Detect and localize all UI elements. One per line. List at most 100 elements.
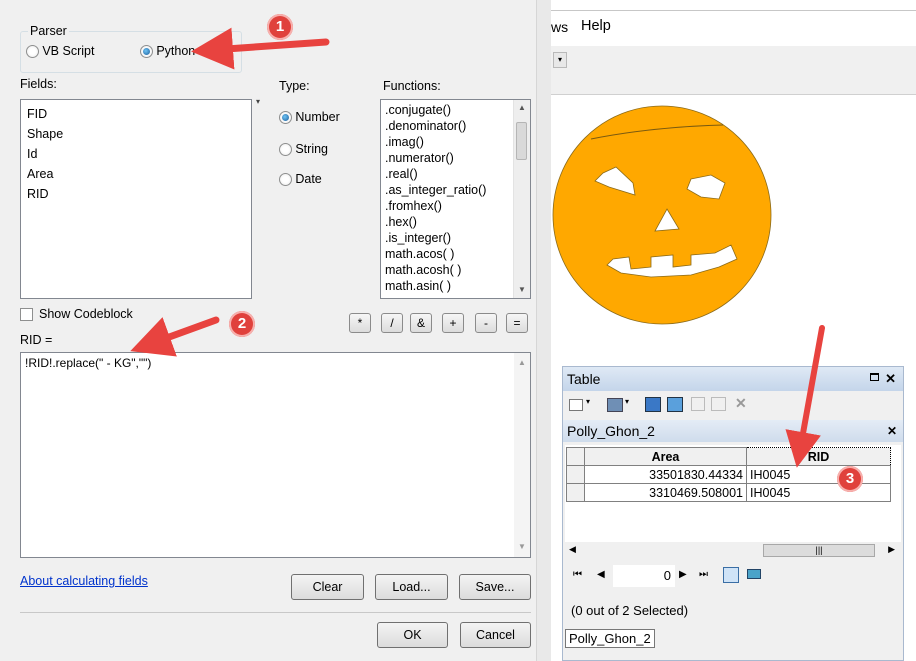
scroll-left-icon[interactable]: ◀: [569, 544, 576, 555]
function-item[interactable]: .as_integer_ratio(): [381, 182, 530, 198]
row-selector-header[interactable]: [566, 447, 585, 466]
function-item[interactable]: .numerator(): [381, 150, 530, 166]
delete-selected-icon[interactable]: ✕: [735, 395, 747, 412]
maximize-icon[interactable]: [870, 373, 879, 381]
select-by-attributes-icon[interactable]: [645, 397, 661, 412]
chevron-down-icon[interactable]: ▾: [586, 397, 590, 406]
show-codeblock-checkbox[interactable]: [20, 308, 33, 321]
expression-input[interactable]: !RID!.replace(" - KG","") ▲ ▼: [20, 352, 531, 558]
parser-python-option[interactable]: Python: [140, 44, 195, 59]
function-item[interactable]: .is_integer(): [381, 230, 530, 246]
save-button[interactable]: Save...: [459, 574, 531, 600]
function-item[interactable]: .conjugate(): [381, 102, 530, 118]
function-item[interactable]: math.acos( ): [381, 246, 530, 262]
ok-button[interactable]: OK: [377, 622, 448, 648]
expression-text[interactable]: !RID!.replace(" - KG",""): [21, 353, 530, 373]
scroll-right-icon[interactable]: ▶: [888, 544, 895, 555]
row-selector[interactable]: [566, 465, 585, 484]
number-radio[interactable]: [279, 111, 292, 125]
equals-button[interactable]: =: [506, 313, 528, 333]
scroll-thumb[interactable]: |||: [763, 544, 875, 557]
related-tables-icon[interactable]: [607, 398, 623, 412]
column-header-rid[interactable]: RID: [746, 447, 891, 466]
toolbar-overflow-icon[interactable]: ▾: [553, 52, 567, 68]
scroll-up-icon[interactable]: ▲: [514, 355, 530, 371]
scroll-down-icon[interactable]: ▼: [514, 282, 530, 298]
previous-record-icon[interactable]: ◀: [597, 569, 605, 580]
date-label: Date: [295, 172, 322, 186]
menu-bar: ws Help: [551, 0, 916, 46]
switch-selection-icon[interactable]: [667, 397, 683, 412]
string-radio[interactable]: [279, 143, 292, 157]
close-tab-icon[interactable]: ✕: [887, 420, 897, 442]
function-item[interactable]: .denominator(): [381, 118, 530, 134]
functions-label: Functions:: [383, 79, 441, 93]
cell-area[interactable]: 3310469.508001: [584, 483, 747, 502]
cell-rid[interactable]: IH0045: [746, 465, 891, 484]
show-all-records-icon[interactable]: [723, 567, 739, 583]
vbscript-label: VB Script: [42, 44, 95, 58]
date-radio[interactable]: [279, 173, 292, 187]
menu-help[interactable]: Help: [581, 18, 611, 34]
selection-status: (0 out of 2 Selected): [571, 603, 689, 618]
field-item-id[interactable]: Id: [21, 144, 251, 164]
cell-rid[interactable]: IH0045: [746, 483, 891, 502]
vbscript-radio[interactable]: [26, 45, 39, 59]
scroll-down-icon[interactable]: ▼: [514, 539, 530, 555]
functions-items: .conjugate() .denominator() .imag() .num…: [381, 100, 530, 294]
type-date-option[interactable]: Date: [279, 172, 322, 187]
menu-windows-partial[interactable]: ws: [551, 19, 568, 35]
horizontal-scrollbar[interactable]: ◀ ||| ▶: [565, 542, 901, 558]
table-titlebar: Table ✕: [563, 367, 903, 391]
type-string-option[interactable]: String: [279, 142, 328, 157]
table-tab-name[interactable]: Polly_Ghon_2: [567, 423, 655, 439]
python-radio[interactable]: [140, 45, 153, 59]
function-item[interactable]: .real(): [381, 166, 530, 182]
parser-vbscript-option[interactable]: VB Script: [26, 44, 95, 59]
sort-dropdown-icon[interactable]: ▾: [256, 97, 260, 106]
callout-badge: 1: [267, 14, 293, 40]
zoom-to-selected-icon[interactable]: [711, 397, 726, 411]
functions-scrollbar[interactable]: ▲ ▼: [513, 100, 530, 298]
row-selector[interactable]: [566, 483, 585, 502]
type-number-option[interactable]: Number: [279, 110, 340, 125]
clear-button[interactable]: Clear: [291, 574, 364, 600]
concat-button[interactable]: &: [410, 313, 432, 333]
scroll-thumb[interactable]: [516, 122, 527, 160]
first-record-icon[interactable]: ⏮: [573, 569, 582, 580]
functions-list[interactable]: .conjugate() .denominator() .imag() .num…: [380, 99, 531, 299]
field-item-rid[interactable]: RID: [21, 184, 251, 204]
show-selected-records-icon[interactable]: [747, 569, 761, 579]
multiply-button[interactable]: *: [349, 313, 371, 333]
table-tab-header: Polly_Ghon_2 ✕: [563, 420, 903, 442]
function-item[interactable]: math.asin( ): [381, 278, 530, 294]
parser-legend: Parser: [28, 24, 69, 38]
function-item[interactable]: math.acosh( ): [381, 262, 530, 278]
cell-area[interactable]: 33501830.44334: [584, 465, 747, 484]
chevron-down-icon[interactable]: ▾: [625, 397, 629, 406]
cancel-button[interactable]: Cancel: [460, 622, 531, 648]
about-calculating-fields-link[interactable]: About calculating fields: [20, 574, 148, 588]
function-item[interactable]: .hex(): [381, 214, 530, 230]
clear-selection-icon[interactable]: [691, 397, 705, 411]
next-record-icon[interactable]: ▶: [679, 569, 687, 580]
bottom-tab-polly-ghon-2[interactable]: Polly_Ghon_2: [565, 629, 655, 648]
record-number-input[interactable]: 0: [613, 565, 675, 587]
load-button[interactable]: Load...: [375, 574, 448, 600]
scroll-up-icon[interactable]: ▲: [514, 100, 530, 116]
field-item-fid[interactable]: FID: [21, 104, 251, 124]
plus-button[interactable]: +: [442, 313, 464, 333]
expression-scrollbar[interactable]: ▲ ▼: [514, 353, 530, 557]
minus-button[interactable]: -: [475, 313, 497, 333]
close-icon[interactable]: ✕: [885, 367, 896, 391]
table-options-icon[interactable]: [569, 399, 583, 411]
column-header-area[interactable]: Area: [584, 447, 747, 466]
last-record-icon[interactable]: ⏭: [699, 569, 708, 580]
field-item-shape[interactable]: Shape: [21, 124, 251, 144]
function-item[interactable]: .fromhex(): [381, 198, 530, 214]
field-item-area[interactable]: Area: [21, 164, 251, 184]
divide-button[interactable]: /: [381, 313, 403, 333]
expression-label: RID =: [20, 333, 53, 347]
function-item[interactable]: .imag(): [381, 134, 530, 150]
fields-list[interactable]: FID Shape Id Area RID: [20, 99, 252, 299]
